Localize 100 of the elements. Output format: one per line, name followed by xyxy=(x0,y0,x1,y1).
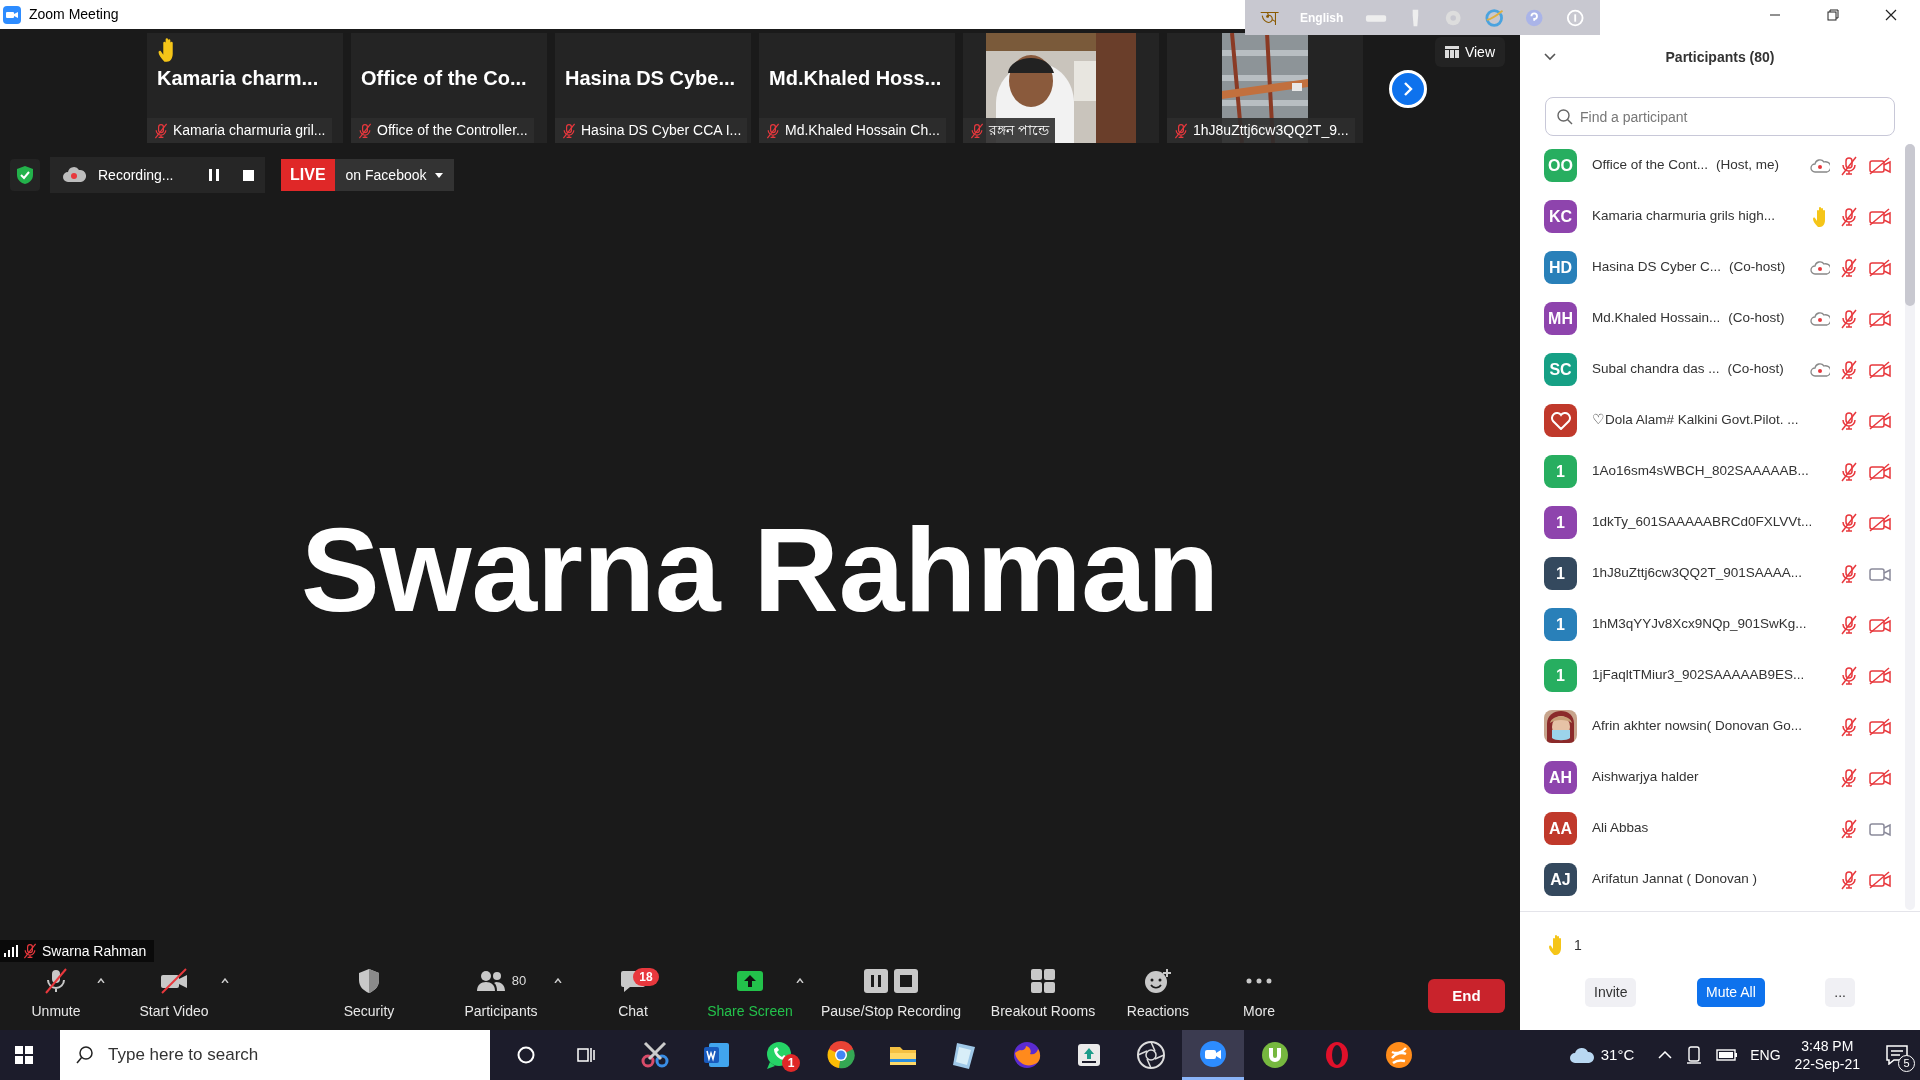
participant-row[interactable]: Afrin akhter nowsin( Donovan Go... xyxy=(1520,701,1920,752)
input-language-label[interactable]: ENG xyxy=(1750,1044,1781,1066)
muted-mic-icon xyxy=(561,122,577,139)
muted-mic-icon xyxy=(22,943,38,959)
notification-badge: 1 xyxy=(782,1054,800,1072)
battery-icon[interactable] xyxy=(1716,1049,1739,1061)
participant-row[interactable]: 1 1jFaqltTMiur3_902SAAAAAB9ES... xyxy=(1520,650,1920,701)
participant-row[interactable]: KC Kamaria charmuria grils high... xyxy=(1520,191,1920,242)
muted-mic-icon xyxy=(1173,122,1189,139)
security-button[interactable]: Security xyxy=(329,966,409,1026)
participant-row[interactable]: AJ Arifatun Jannat ( Donovan ) xyxy=(1520,854,1920,905)
chat-button[interactable]: 18 Chat xyxy=(603,966,663,1026)
search-icon xyxy=(1557,109,1573,125)
pause-stop-recording-button[interactable]: Pause/Stop Recording xyxy=(815,966,967,1026)
taskbar-app-button[interactable] xyxy=(1182,1030,1244,1080)
aperture-icon xyxy=(1135,1039,1167,1071)
avatar: AJ xyxy=(1544,863,1577,896)
participant-row[interactable]: AH Aishwarjya halder xyxy=(1520,752,1920,803)
taskbar-app-button[interactable]: 1 xyxy=(748,1030,810,1080)
window-title: Zoom Meeting xyxy=(29,5,119,24)
cloud-recording-icon xyxy=(62,166,86,184)
device-icon[interactable] xyxy=(1686,1046,1703,1064)
participants-button[interactable]: 80 Participants xyxy=(451,966,551,1026)
video-thumbnail[interactable]: Kamaria charm... Kamaria charmuria gril... xyxy=(147,33,343,143)
next-page-button[interactable] xyxy=(1389,70,1427,108)
participant-row[interactable]: AA Ali Abbas xyxy=(1520,803,1920,854)
breakout-rooms-button[interactable]: Breakout Rooms xyxy=(977,966,1109,1026)
participant-name: Md.Khaled Hoss... xyxy=(769,66,943,91)
participant-name: 1hJ8uZttj6cw3QQ2T_9... xyxy=(1193,121,1349,140)
participant-row[interactable]: SC Subal chandra das ... (Co-host) xyxy=(1520,344,1920,395)
live-destination-dropdown[interactable]: on Facebook xyxy=(334,159,454,191)
more-button[interactable]: More xyxy=(1227,966,1291,1026)
circle-icon xyxy=(517,1046,535,1064)
participant-row[interactable]: OO Office of the Cont... (Host, me) xyxy=(1520,140,1920,191)
pause-stop-icon xyxy=(863,967,919,994)
avatar: 1 xyxy=(1544,659,1577,692)
restore-icon xyxy=(1827,8,1839,21)
view-button[interactable]: View xyxy=(1434,37,1505,67)
avatar: 1 xyxy=(1544,608,1577,641)
participant-name: 1jFaqltTMiur3_902SAAAAAB9ES... xyxy=(1592,666,1805,685)
video-thumbnail[interactable]: 1hJ8uZttj6cw3QQ2T_9... xyxy=(1167,33,1363,143)
video-thumbnail[interactable]: রঙ্গন পান্ডে xyxy=(963,33,1159,143)
avatar: HD xyxy=(1544,251,1577,284)
cloud-icon xyxy=(1568,1046,1595,1064)
chevron-right-icon xyxy=(1402,81,1414,97)
participant-row[interactable]: HD Hasina DS Cyber C... (Co-host) xyxy=(1520,242,1920,293)
avatar: OO xyxy=(1544,149,1577,182)
smiley-add-icon xyxy=(1144,967,1172,994)
zoom-app-icon xyxy=(3,5,21,24)
participant-row[interactable]: 1 1hM3qYYJv8Xcx9NQp_901SwKg... xyxy=(1520,599,1920,650)
signal-icon xyxy=(4,945,18,957)
invite-button[interactable]: Invite xyxy=(1585,978,1637,1007)
clock[interactable]: 3:48 PM 22-Sep-21 xyxy=(1794,1037,1860,1073)
mute-all-button[interactable]: Mute All xyxy=(1697,978,1765,1007)
avatar: MH xyxy=(1544,302,1577,335)
search-field[interactable]: Find a participant xyxy=(1545,97,1895,136)
muted-mic-icon xyxy=(765,122,781,139)
muted-mic-icon xyxy=(357,122,373,139)
speech-bubble-icon xyxy=(1886,1045,1908,1065)
avatar: 1 xyxy=(1544,506,1577,539)
participant-row[interactable]: ♡Dola Alam# Kalkini Govt.Pilot. ... xyxy=(1520,395,1920,446)
caret-up-icon xyxy=(554,978,562,983)
taskbar-search-field[interactable]: Type here to search xyxy=(60,1030,490,1080)
grid-icon xyxy=(1444,46,1459,58)
role-label: (Co-host) xyxy=(1728,309,1785,328)
participant-row[interactable]: 1 1dkTy_601SAAAAABRCd0FXLVVt... xyxy=(1520,497,1920,548)
role-label: (Co-host) xyxy=(1729,258,1786,277)
avatar: 1 xyxy=(1544,455,1577,488)
colored-circle-icon xyxy=(825,1039,857,1071)
avatar: 1 xyxy=(1544,557,1577,590)
video-thumbnail[interactable]: Hasina DS Cybe... Hasina DS Cyber CCA I... xyxy=(555,33,751,143)
panel-title: Participants (80) xyxy=(1665,47,1775,67)
start-video-button[interactable]: Start Video xyxy=(130,966,218,1026)
muted-mic-icon xyxy=(969,122,985,139)
notification-count: 5 xyxy=(1898,1055,1915,1072)
participant-row[interactable]: 1 1hJ8uZttj6cw3QQ2T_901SAAAA... xyxy=(1520,548,1920,599)
unmute-button[interactable]: Unmute xyxy=(18,966,94,1026)
video-thumbnail[interactable]: Office of the Co... Office of the Controller... xyxy=(351,33,547,143)
shield-icon xyxy=(357,967,381,994)
reactions-button[interactable]: Reactions xyxy=(1121,966,1195,1026)
end-meeting-button[interactable]: End xyxy=(1428,979,1505,1013)
notifications-button[interactable]: 5 xyxy=(1874,1030,1920,1080)
participant-row[interactable]: 1 1Ao16sm4sWBCH_802SAAAAAB... xyxy=(1520,446,1920,497)
stop-icon xyxy=(242,169,254,181)
script-glyph[interactable]: অ xyxy=(1261,2,1278,33)
chevron-down-icon xyxy=(1544,53,1556,61)
recording-status: Recording... xyxy=(98,165,174,185)
participant-name: Kamaria charm... xyxy=(157,66,320,91)
more-options-button[interactable]: ... xyxy=(1825,978,1855,1007)
avatar: KC xyxy=(1544,200,1577,233)
video-thumbnail[interactable]: Md.Khaled Hoss... Md.Khaled Hossain Ch... xyxy=(759,33,955,143)
share-screen-icon xyxy=(736,969,764,992)
participant-name: 1dkTy_601SAAAAABRCd0FXLVVt... xyxy=(1592,513,1813,532)
participant-name: Md.Khaled Hossain... xyxy=(1592,309,1721,328)
participant-row[interactable]: MH Md.Khaled Hossain... (Co-host) xyxy=(1520,293,1920,344)
chevron-up-icon[interactable] xyxy=(1658,1051,1673,1059)
scrollbar[interactable] xyxy=(1905,144,1915,910)
participant-name: Aishwarjya halder xyxy=(1592,768,1699,787)
caret-up-icon xyxy=(221,978,229,983)
share-screen-button[interactable]: Share Screen xyxy=(707,966,793,1026)
